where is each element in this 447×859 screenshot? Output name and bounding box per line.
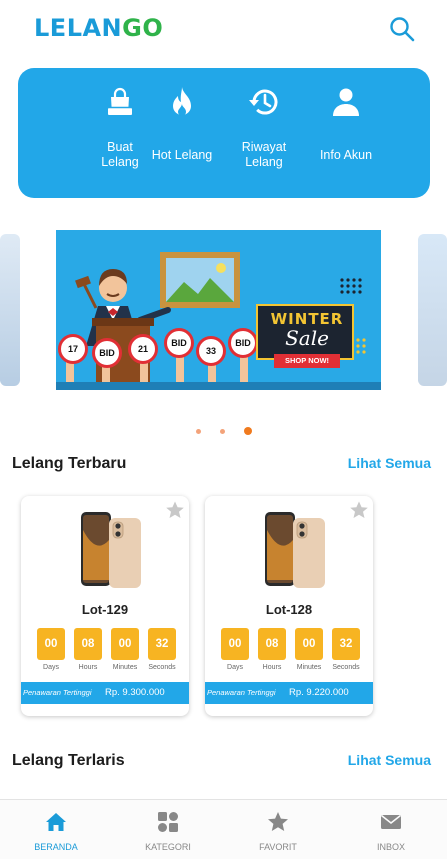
timer-days: 00 — [221, 628, 249, 660]
carousel-dot-active[interactable] — [244, 427, 252, 435]
carousel-dot[interactable] — [220, 429, 225, 434]
see-all-best-link[interactable]: Lihat Semua — [348, 752, 431, 768]
menu-riwayat-lelang[interactable]: Riwayat Lelang — [224, 84, 304, 188]
shop-now-button[interactable]: SHOP NOW! — [274, 354, 340, 368]
lot-number: Lot-129 — [81, 602, 129, 617]
shopping-bag-icon — [108, 87, 132, 115]
section-title-best: Lelang Terlaris — [12, 752, 125, 769]
timer-seconds: 32 — [148, 628, 176, 660]
quick-menu: Buat Lelang Hot Lelang Riwayat Lelang In… — [18, 68, 430, 198]
user-icon — [333, 88, 359, 116]
section-title-latest: Lelang Terbaru — [12, 455, 127, 472]
logo-suffix: GO — [122, 14, 164, 42]
menu-hot-lelang[interactable]: Hot Lelang — [142, 84, 222, 188]
menu-info-akun[interactable]: Info Akun — [306, 84, 386, 188]
nav-label: BERANDA — [34, 842, 78, 852]
highest-bid-price: Rp. 9.300.000 — [105, 687, 165, 698]
carousel-indicator — [196, 426, 256, 436]
product-card[interactable]: Lot-129 00 08 00 32 Days Hours Minutes S… — [21, 496, 189, 716]
favorite-star-icon[interactable] — [165, 500, 185, 520]
highest-bid-bar: Penawaran Tertinggi Rp. 9.220.000 — [205, 682, 373, 704]
lot-number: Lot-128 — [265, 602, 313, 617]
app-header: LELANGO — [0, 0, 447, 58]
bid-sign: BID — [228, 328, 258, 358]
search-icon — [390, 17, 415, 42]
timer-label: Minutes — [296, 664, 322, 671]
favorite-star-icon[interactable] — [349, 500, 369, 520]
nav-favorit[interactable]: FAVORIT — [222, 800, 334, 859]
timer-label: Minutes — [112, 664, 138, 671]
timer-label: Hours — [78, 664, 98, 671]
countdown-timer: 00 08 00 32 Days Hours Minutes Seconds — [37, 628, 177, 676]
product-image — [81, 512, 141, 588]
nav-label: KATEGORI — [145, 842, 191, 852]
countdown-timer: 00 08 00 32 Days Hours Minutes Seconds — [221, 628, 361, 676]
nav-kategori[interactable]: KATEGORI — [112, 800, 224, 859]
timer-seconds: 32 — [332, 628, 360, 660]
search-button[interactable] — [388, 15, 416, 43]
menu-label: Riwayat Lelang — [241, 140, 287, 169]
carousel-dot[interactable] — [196, 429, 201, 434]
bid-sign: BID — [92, 338, 122, 368]
timer-label: Hours — [262, 664, 282, 671]
promo-banner[interactable]: 17 BID 21 BID 33 BID WINTER Sale SHOP NO… — [56, 230, 381, 390]
app-logo[interactable]: LELANGO — [34, 14, 163, 42]
history-icon — [249, 89, 278, 115]
product-card[interactable]: Lot-128 00 08 00 32 Days Hours Minutes S… — [205, 496, 373, 716]
timer-hours: 08 — [258, 628, 286, 660]
timer-hours: 08 — [74, 628, 102, 660]
highest-bid-price: Rp. 9.220.000 — [289, 687, 349, 698]
mail-icon — [381, 814, 401, 829]
bid-sign: BID — [164, 328, 194, 358]
nav-label: INBOX — [376, 842, 405, 852]
timer-label: Seconds — [332, 664, 360, 671]
highest-bid-bar: Penawaran Tertinggi Rp. 9.300.000 — [21, 682, 189, 704]
timer-label: Days — [227, 664, 243, 671]
bid-sign: 33 — [196, 336, 226, 366]
nav-inbox[interactable]: INBOX — [335, 800, 447, 859]
star-icon — [268, 812, 288, 831]
bid-sign: 21 — [128, 334, 158, 364]
winter-sale-badge: WINTER Sale — [256, 304, 354, 360]
flame-icon — [173, 87, 191, 116]
timer-minutes: 00 — [111, 628, 139, 660]
timer-label: Days — [43, 664, 59, 671]
bottom-navigation: BERANDA KATEGORI FAVORIT INBOX — [0, 799, 447, 859]
banner-next-peek[interactable] — [418, 234, 447, 386]
menu-label: Hot Lelang — [151, 148, 213, 162]
timer-days: 00 — [37, 628, 65, 660]
banner-prev-peek[interactable] — [0, 234, 20, 386]
banner-subheadline: Sale — [285, 326, 329, 350]
home-icon — [46, 813, 66, 831]
highest-bid-label: Penawaran Tertinggi — [207, 688, 276, 697]
category-icon — [158, 812, 178, 832]
bid-sign: 17 — [58, 334, 88, 364]
menu-label: Info Akun — [319, 148, 373, 162]
see-all-latest-link[interactable]: Lihat Semua — [348, 455, 431, 471]
nav-label: FAVORIT — [259, 842, 297, 852]
timer-label: Seconds — [148, 664, 176, 671]
highest-bid-label: Penawaran Tertinggi — [23, 688, 92, 697]
product-image — [265, 512, 325, 588]
nav-beranda[interactable]: BERANDA — [0, 800, 112, 859]
logo-text: LELAN — [34, 14, 123, 42]
timer-minutes: 00 — [295, 628, 323, 660]
